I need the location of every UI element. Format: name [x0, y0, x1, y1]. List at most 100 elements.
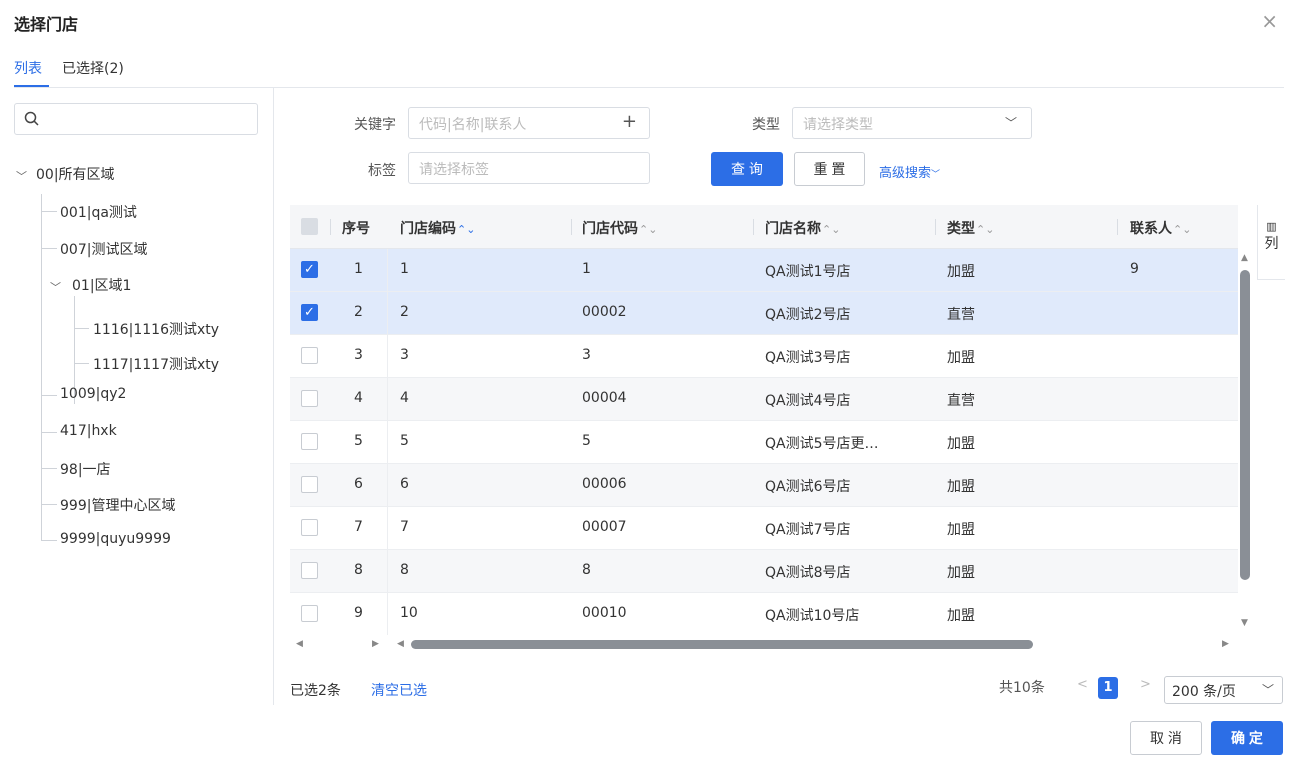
cell-name: QA测试1号店 — [765, 264, 851, 280]
table-row[interactable]: 8 8 8 QA测试8号店 加盟 — [290, 550, 1238, 593]
area-tree-panel: ﹀ 00|所有区域 001|qa测试 007|测试区域 ﹀ 01|区域1 111… — [0, 88, 274, 705]
cell-index: 7 — [354, 519, 363, 535]
scroll-right-icon[interactable]: ▶ — [372, 639, 379, 649]
table-row[interactable]: 6 6 00006 QA测试6号店 加盟 — [290, 464, 1238, 507]
reset-button[interactable]: 重 置 — [794, 152, 865, 186]
cell-daima: 8 — [582, 562, 591, 578]
tree-node[interactable]: 1009|qy2 — [60, 386, 126, 402]
confirm-button[interactable]: 确 定 — [1211, 721, 1283, 755]
table-row[interactable]: 4 4 00004 QA测试4号店 直营 — [290, 378, 1238, 421]
tree-search-input[interactable] — [14, 103, 258, 135]
next-page-icon[interactable]: > — [1140, 677, 1151, 692]
selected-count: 已选2条 — [290, 683, 341, 699]
type-label: 类型 — [752, 117, 780, 133]
horizontal-scroll-thumb[interactable] — [411, 640, 1033, 649]
vertical-scroll-thumb[interactable] — [1240, 270, 1250, 580]
row-checkbox[interactable] — [301, 605, 318, 622]
col-header-code[interactable]: 门店编码⌃⌄ — [400, 218, 475, 238]
tree-node[interactable]: 1116|1116测试xty — [93, 319, 219, 339]
sort-icon[interactable]: ⌃⌄ — [639, 223, 657, 236]
row-checkbox[interactable] — [301, 476, 318, 493]
scroll-down-icon[interactable]: ▼ — [1241, 618, 1248, 628]
row-checkbox[interactable] — [301, 390, 318, 407]
select-all-checkbox[interactable] — [301, 218, 318, 235]
tree-guide — [41, 504, 57, 505]
cell-index: 2 — [354, 304, 363, 320]
col-header-contact[interactable]: 联系人⌃⌄ — [1130, 218, 1191, 238]
sort-icon[interactable]: ⌃⌄ — [457, 223, 475, 236]
table-row[interactable]: ✓ 2 2 00002 QA测试2号店 直营 — [290, 292, 1238, 335]
tree-guide — [74, 363, 89, 364]
cell-index: 8 — [354, 562, 363, 578]
sort-icon[interactable]: ⌃⌄ — [1173, 223, 1191, 236]
plus-icon[interactable]: + — [622, 111, 637, 132]
cell-code: 4 — [400, 390, 409, 406]
chevron-down-icon[interactable]: ﹀ — [50, 279, 61, 295]
columns-icon: ▥ — [1266, 220, 1277, 233]
sort-icon[interactable]: ⌃⌄ — [976, 223, 994, 236]
cancel-button[interactable]: 取 消 — [1130, 721, 1202, 755]
type-select[interactable]: 请选择类型 ﹀ — [792, 107, 1032, 139]
table-row[interactable]: 9 10 00010 QA测试10号店 加盟 — [290, 593, 1238, 635]
page-size-value: 200 条/页 — [1172, 684, 1236, 700]
header-separator — [571, 219, 572, 235]
tree-node[interactable]: 007|测试区域 — [60, 239, 147, 259]
cell-name: QA测试6号店 — [765, 479, 851, 495]
row-checkbox[interactable] — [301, 433, 318, 450]
row-checkbox[interactable] — [301, 347, 318, 364]
keyword-placeholder: 代码|名称|联系人 — [419, 117, 527, 133]
row-checkbox[interactable] — [301, 519, 318, 536]
col-header-name[interactable]: 门店名称⌃⌄ — [765, 218, 840, 238]
cell-daima: 00002 — [582, 304, 627, 320]
cell-name: QA测试4号店 — [765, 393, 851, 409]
sort-icon[interactable]: ⌃⌄ — [822, 223, 840, 236]
close-icon[interactable]: × — [1261, 11, 1278, 31]
keyword-input[interactable]: 代码|名称|联系人 + — [408, 107, 650, 139]
advanced-search-link[interactable]: 高级搜索﹀ — [879, 162, 940, 181]
clear-selected-link[interactable]: 清空已选 — [371, 680, 427, 700]
scroll-up-icon[interactable]: ▲ — [1241, 253, 1248, 263]
tree-node[interactable]: 9999|quyu9999 — [60, 531, 171, 547]
tab-selected[interactable]: 已选择(2) — [62, 58, 124, 84]
cell-type: 加盟 — [947, 565, 975, 581]
page-button-current[interactable]: 1 — [1098, 677, 1118, 699]
scroll-right-icon[interactable]: ▶ — [1222, 639, 1229, 649]
row-checkbox[interactable]: ✓ — [301, 304, 318, 321]
header-separator — [935, 219, 936, 235]
cell-type: 加盟 — [947, 522, 975, 538]
row-checkbox[interactable]: ✓ — [301, 261, 318, 278]
page-size-select[interactable]: 200 条/页 ﹀ — [1164, 676, 1283, 704]
table-row[interactable]: 3 3 3 QA测试3号店 加盟 — [290, 335, 1238, 378]
cell-type: 加盟 — [947, 350, 975, 366]
table-row[interactable]: ✓ 1 1 1 QA测试1号店 加盟 9 — [290, 249, 1238, 292]
tree-node[interactable]: 1117|1117测试xty — [93, 354, 219, 374]
tree-node[interactable]: 00|所有区域 — [36, 164, 115, 184]
chevron-down-icon[interactable]: ﹀ — [16, 168, 27, 184]
cell-daima: 00007 — [582, 519, 627, 535]
scroll-left-icon[interactable]: ◀ — [296, 639, 303, 649]
table-row[interactable]: 7 7 00007 QA测试7号店 加盟 — [290, 507, 1238, 550]
row-checkbox[interactable] — [301, 562, 318, 579]
cell-code: 2 — [400, 304, 409, 320]
col-header-daima[interactable]: 门店代码⌃⌄ — [582, 218, 657, 238]
tree-node[interactable]: 001|qa测试 — [60, 202, 137, 222]
tree-node[interactable]: 01|区域1 — [72, 275, 131, 295]
scroll-left-icon[interactable]: ◀ — [397, 639, 404, 649]
tab-list[interactable]: 列表 — [14, 58, 42, 84]
tag-select[interactable]: 请选择标签 — [408, 152, 650, 184]
tree-node[interactable]: 417|hxk — [60, 423, 117, 439]
chevron-down-icon: ﹀ — [1004, 116, 1017, 130]
tab-bar: 列表 已选择(2) — [14, 58, 124, 84]
tag-label: 标签 — [368, 163, 396, 179]
prev-page-icon[interactable]: < — [1077, 677, 1088, 692]
cell-type: 加盟 — [947, 479, 975, 495]
search-icon — [24, 111, 39, 126]
cell-index: 1 — [354, 261, 363, 277]
col-header-type[interactable]: 类型⌃⌄ — [947, 218, 994, 238]
column-settings-button[interactable]: ▥ 列 — [1257, 205, 1285, 280]
tree-node[interactable]: 999|管理中心区域 — [60, 495, 175, 515]
tree-node[interactable]: 98|一店 — [60, 459, 111, 479]
table-row[interactable]: 5 5 5 QA测试5号店更… 加盟 — [290, 421, 1238, 464]
search-button[interactable]: 查 询 — [711, 152, 783, 186]
cell-code: 10 — [400, 605, 418, 621]
